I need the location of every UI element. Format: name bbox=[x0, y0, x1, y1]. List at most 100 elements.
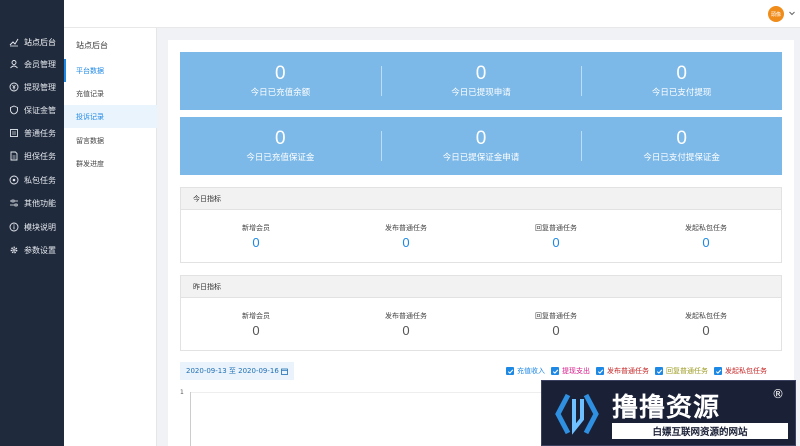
stats-row-deposit: 0 今日已充值保证金 0 今日已提保证金申请 0 今日已支付提保证金 bbox=[180, 117, 782, 175]
subnav-item-message-data[interactable]: 留言数据 bbox=[64, 129, 157, 152]
registered-mark: ® bbox=[772, 387, 784, 401]
chart-y-axis bbox=[190, 392, 191, 446]
calendar-icon bbox=[280, 368, 288, 375]
user-avatar[interactable]: 頭像 bbox=[768, 6, 784, 22]
user-icon bbox=[9, 59, 19, 69]
subnav-title: 站点后台 bbox=[76, 41, 108, 50]
lock-icon bbox=[9, 175, 19, 185]
document-icon bbox=[9, 151, 19, 161]
stat-label: 今日已支付提现 bbox=[651, 88, 712, 98]
checkbox-checked-icon[interactable] bbox=[655, 367, 663, 375]
legend-item-replied-tasks[interactable]: 回复普通任务 bbox=[655, 366, 708, 376]
nav-item-settings[interactable]: 参数设置 bbox=[0, 239, 64, 261]
sub-sidebar: 站点后台 平台数据 充值记录 投诉记录 留言数据 群发进度 bbox=[64, 28, 157, 446]
watermark-subtitle: 白嫖互联网资源的网站 bbox=[612, 423, 788, 439]
nav-label: 站点后台 bbox=[24, 37, 56, 47]
watermark-banner: 撸撸资源 ® 白嫖互联网资源的网站 bbox=[541, 380, 796, 446]
nav-label: 模块说明 bbox=[24, 222, 56, 232]
legend-label: 发起私包任务 bbox=[725, 367, 767, 375]
nav-item-guarantee-task[interactable]: 担保任务 bbox=[0, 145, 64, 167]
watermark-logo-icon bbox=[555, 393, 599, 435]
checkbox-checked-icon[interactable] bbox=[506, 367, 514, 375]
avatar-text: 頭像 bbox=[770, 11, 781, 18]
checkbox-checked-icon[interactable] bbox=[551, 367, 559, 375]
main-sidebar: 站点后台 会员管理 提现管理 保证金管 普通任务 担保任务 私包任务 其他功能 … bbox=[0, 0, 64, 446]
metric-replied-tasks: 回复普通任务 0 bbox=[481, 210, 631, 262]
subnav-item-recharge-records[interactable]: 充值记录 bbox=[64, 82, 157, 105]
subnav-item-platform-data[interactable]: 平台数据 bbox=[64, 59, 157, 82]
metric-value[interactable]: 0 bbox=[252, 235, 259, 250]
stat-label: 今日已提保证金申请 bbox=[442, 153, 520, 163]
metric-label: 发起私包任务 bbox=[685, 311, 727, 320]
stat-recharged-balance: 0 今日已充值余额 bbox=[180, 52, 381, 110]
checkbox-checked-icon[interactable] bbox=[714, 367, 722, 375]
stat-label: 今日已支付提保证金 bbox=[643, 153, 720, 163]
metric-label: 发布普通任务 bbox=[385, 311, 427, 320]
metric-value: 0 bbox=[552, 322, 560, 338]
stat-deposit-withdraw-requests: 0 今日已提保证金申请 bbox=[380, 117, 582, 175]
metric-label: 新增会员 bbox=[242, 223, 270, 232]
legend-item-withdraw-expense[interactable]: 提现支出 bbox=[551, 366, 590, 376]
stat-recharged-deposit: 0 今日已充值保证金 bbox=[180, 117, 381, 175]
nav-label: 私包任务 bbox=[24, 175, 56, 185]
gear-icon bbox=[9, 245, 19, 255]
stat-value: 0 bbox=[676, 128, 687, 149]
legend-label: 回复普通任务 bbox=[666, 367, 708, 375]
stat-value: 0 bbox=[676, 63, 687, 84]
date-range-picker[interactable]: 2020-09-13 至 2020-09-16 bbox=[180, 362, 294, 380]
metric-label: 新增会员 bbox=[242, 311, 270, 320]
stat-label: 今日已提现申请 bbox=[451, 88, 511, 98]
metric-private-tasks: 发起私包任务 0 bbox=[631, 210, 781, 262]
nav-item-normal-task[interactable]: 普通任务 bbox=[0, 122, 64, 144]
nav-item-site-backend[interactable]: 站点后台 bbox=[0, 31, 64, 53]
metric-replied-tasks: 回复普通任务 0 bbox=[481, 298, 631, 350]
metric-value: 0 bbox=[702, 322, 710, 338]
nav-item-module-info[interactable]: 模块说明 bbox=[0, 216, 64, 238]
stats-row-balance: 0 今日已充值余额 0 今日已提现申请 0 今日已支付提现 bbox=[180, 52, 782, 110]
chart-line-icon bbox=[9, 37, 19, 47]
card-title: 昨日指标 bbox=[181, 276, 781, 298]
nav-label: 普通任务 bbox=[24, 128, 56, 138]
nav-item-other[interactable]: 其他功能 bbox=[0, 192, 64, 214]
nav-label: 担保任务 bbox=[24, 151, 56, 161]
nav-item-members[interactable]: 会员管理 bbox=[0, 53, 64, 75]
nav-label: 参数设置 bbox=[24, 245, 56, 255]
today-metrics-card: 今日指标 新增会员 0 发布普通任务 0 回复普通任务 0 发起私包任务 0 bbox=[180, 187, 782, 263]
legend-label: 充值收入 bbox=[517, 367, 545, 375]
sliders-icon bbox=[9, 198, 19, 208]
yesterday-metrics-card: 昨日指标 新增会员 0 发布普通任务 0 回复普通任务 0 发起私包任务 0 bbox=[180, 275, 782, 351]
legend-item-private-tasks[interactable]: 发起私包任务 bbox=[714, 366, 767, 376]
metric-value[interactable]: 0 bbox=[402, 235, 409, 250]
chevron-down-icon[interactable] bbox=[788, 9, 796, 17]
legend-item-published-tasks[interactable]: 发布普通任务 bbox=[596, 366, 649, 376]
top-bar: 頭像 bbox=[64, 0, 800, 28]
legend-item-recharge-income[interactable]: 充值收入 bbox=[506, 366, 545, 376]
stat-paid-withdrawals: 0 今日已支付提现 bbox=[581, 52, 782, 110]
metric-label: 回复普通任务 bbox=[535, 311, 577, 320]
stat-label: 今日已充值余额 bbox=[250, 88, 311, 98]
chart-legend: 充值收入 提现支出 发布普通任务 回复普通任务 发起私包任务 bbox=[506, 366, 773, 376]
metric-new-members: 新增会员 0 bbox=[181, 298, 331, 350]
info-icon bbox=[9, 222, 19, 232]
metric-label: 回复普通任务 bbox=[535, 223, 577, 232]
watermark-title: 撸撸资源 bbox=[612, 393, 721, 423]
stat-withdraw-requests: 0 今日已提现申请 bbox=[380, 52, 582, 110]
card-title: 今日指标 bbox=[181, 188, 781, 210]
subnav-item-complaint-records[interactable]: 投诉记录 bbox=[64, 105, 157, 128]
metric-private-tasks: 发起私包任务 0 bbox=[631, 298, 781, 350]
nav-item-withdraw[interactable]: 提现管理 bbox=[0, 76, 64, 98]
checkbox-checked-icon[interactable] bbox=[596, 367, 604, 375]
nav-item-deposit[interactable]: 保证金管 bbox=[0, 99, 64, 121]
date-range-text: 2020-09-13 至 2020-09-16 bbox=[186, 367, 279, 375]
stat-value: 0 bbox=[475, 63, 487, 84]
metric-value[interactable]: 0 bbox=[552, 235, 559, 250]
nav-item-private-task[interactable]: 私包任务 bbox=[0, 169, 64, 191]
metric-value: 0 bbox=[402, 322, 410, 338]
stat-value: 0 bbox=[475, 128, 487, 149]
metric-label: 发起私包任务 bbox=[685, 223, 727, 232]
shield-icon bbox=[9, 105, 19, 115]
metric-value[interactable]: 0 bbox=[702, 235, 709, 250]
yen-icon bbox=[9, 82, 19, 92]
subnav-item-broadcast-progress[interactable]: 群发进度 bbox=[64, 152, 157, 175]
nav-label: 保证金管 bbox=[24, 105, 56, 115]
